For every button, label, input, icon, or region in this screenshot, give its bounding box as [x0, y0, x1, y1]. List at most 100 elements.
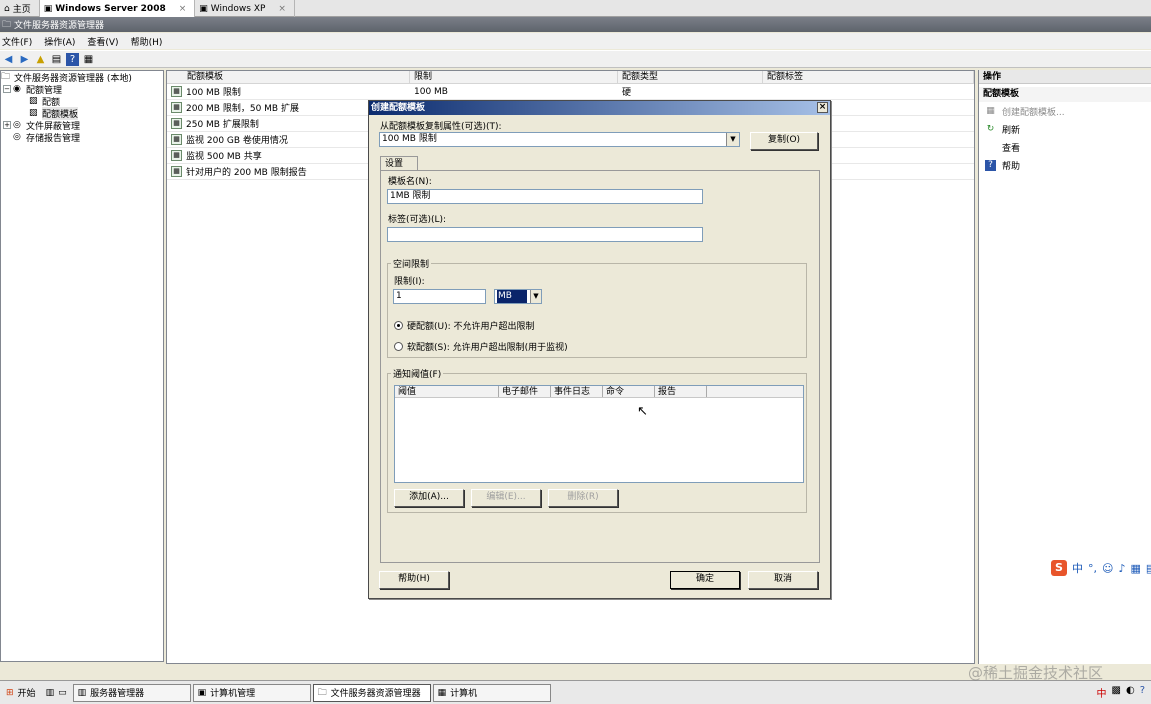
soft-quota-radio[interactable]: 软配额(S): 允许用户超出限制(用于监视): [394, 340, 568, 353]
tree-item-fsrm-root[interactable]: 🗀 文件服务器资源管理器 (本地): [1, 71, 163, 84]
limit-unit-select[interactable]: MB ▼: [494, 289, 542, 304]
quota-template-icon: ▦: [171, 118, 182, 129]
close-icon[interactable]: ×: [817, 102, 828, 113]
column-header-command[interactable]: 命令: [603, 386, 655, 397]
cancel-button[interactable]: 取消: [748, 571, 818, 589]
notification-list[interactable]: 阈值 电子邮件 事件日志 命令 报告: [394, 385, 804, 483]
volume-icon[interactable]: ◐: [1126, 685, 1135, 700]
add-threshold-button[interactable]: 添加(A)...: [394, 489, 464, 507]
hard-quota-label: 硬配额(U): 不允许用户超出限制: [407, 322, 535, 332]
ime-toolbar[interactable]: S 中 °, ☺ ♪ ▦ ▤: [1051, 558, 1151, 578]
create-quota-template-dialog: 创建配额模板 × 从配额模板复制属性(可选)(T): 100 MB 限制 ▼ 复…: [368, 100, 831, 599]
tab-settings[interactable]: 设置: [380, 156, 418, 171]
radio-selected-icon: [394, 321, 403, 330]
column-header-quota-type[interactable]: 配额类型: [618, 71, 763, 83]
ime-icon[interactable]: 中: [1097, 685, 1107, 700]
column-header-report[interactable]: 报告: [655, 386, 707, 397]
window-title: 文件服务器资源管理器: [14, 21, 105, 31]
quota-icon: ◉: [13, 84, 21, 94]
table-row[interactable]: ▦ 100 MB 限制 100 MB 硬: [167, 84, 974, 100]
tree-item-quota-management[interactable]: − ◉ 配额管理: [1, 83, 163, 96]
label-input[interactable]: [387, 227, 703, 242]
notification-thresholds-legend: 通知阈值(F): [391, 367, 444, 380]
column-header-event-log[interactable]: 事件日志: [551, 386, 603, 397]
hard-quota-radio[interactable]: 硬配额(U): 不允许用户超出限制: [394, 319, 535, 332]
row-name: 监视 200 GB 卷使用情况: [186, 136, 288, 146]
template-name-label: 模板名(N):: [388, 177, 432, 187]
home-icon: ⌂: [4, 3, 10, 14]
help-icon[interactable]: ?: [66, 52, 79, 66]
limit-input[interactable]: 1: [393, 289, 486, 304]
taskbar-item-computer[interactable]: ▦ 计算机: [432, 683, 551, 702]
tree-item-file-screening[interactable]: + ◎ 文件屏蔽管理: [1, 119, 163, 132]
taskbar-item-computer-management[interactable]: ▣ 计算机管理: [192, 683, 311, 702]
watermark-text: @稀土掘金技术社区: [968, 664, 1104, 682]
server-manager-icon[interactable]: ▥: [46, 688, 55, 698]
action-label: 帮助: [1002, 161, 1021, 172]
list-header: 配额模板 限制 配额类型 配额标签: [167, 71, 974, 84]
column-header-quota-label[interactable]: 配额标签: [763, 71, 974, 83]
mouse-cursor-icon: ↖: [637, 404, 648, 419]
forward-icon[interactable]: ▶: [18, 53, 31, 66]
taskbar-item-server-manager[interactable]: ▥ 服务器管理器: [72, 683, 191, 702]
expand-icon[interactable]: +: [3, 121, 11, 129]
microphone-icon[interactable]: ♪: [1118, 562, 1125, 575]
delete-threshold-button[interactable]: 删除(R): [548, 489, 618, 507]
keyboard-icon[interactable]: ▦: [1131, 562, 1141, 575]
close-icon[interactable]: ×: [179, 4, 187, 14]
chevron-down-icon[interactable]: ▼: [530, 290, 541, 303]
menu-action[interactable]: 操作(A): [44, 35, 75, 48]
back-icon[interactable]: ◀: [2, 53, 15, 66]
column-header-limit[interactable]: 限制: [410, 71, 618, 83]
ime-mode-label[interactable]: 中: [1072, 560, 1083, 576]
console-tree: 🗀 文件服务器资源管理器 (本地) − ◉ 配额管理 ▨ 配额 ▨ 配额模板 +…: [0, 70, 164, 662]
menu-view[interactable]: 查看(V): [87, 35, 118, 48]
copy-from-select[interactable]: 100 MB 限制 ▼: [379, 132, 740, 147]
app-icon: 🗀: [2, 19, 12, 30]
action-help[interactable]: ? 帮助: [979, 156, 1151, 174]
row-name: 250 MB 扩展限制: [186, 120, 259, 130]
show-hide-tree-icon[interactable]: ▤: [50, 53, 63, 66]
taskbar: ⊞ 开始 ▥ ▭ ▥ 服务器管理器 ▣ 计算机管理 🗀 文件服务器资源管理器 ▦…: [0, 680, 1151, 704]
chevron-down-icon[interactable]: ▼: [726, 133, 739, 146]
vm-tab-home[interactable]: ⌂ 主页: [0, 0, 40, 17]
up-folder-icon[interactable]: ▲: [34, 53, 47, 66]
quota-template-icon: ▦: [171, 86, 182, 97]
action-view[interactable]: 查看: [979, 138, 1151, 156]
row-type: 硬: [622, 88, 632, 98]
column-header-threshold[interactable]: 阈值: [395, 386, 499, 397]
emoji-icon[interactable]: ☺: [1102, 562, 1113, 575]
column-header-template[interactable]: 配额模板: [167, 71, 410, 83]
action-refresh[interactable]: ↻ 刷新: [979, 120, 1151, 138]
collapse-icon[interactable]: −: [3, 85, 11, 93]
network-icon[interactable]: ▩: [1112, 685, 1121, 700]
punctuation-icon[interactable]: °,: [1088, 562, 1097, 575]
fsrm-icon: 🗀: [1, 72, 11, 82]
tree-item-quota-templates[interactable]: ▨ 配额模板: [1, 106, 163, 120]
tree-item-quotas[interactable]: ▨ 配额: [1, 95, 163, 108]
settings-icon[interactable]: ▤: [1146, 562, 1151, 575]
copy-button[interactable]: 复制(O): [750, 132, 818, 150]
vm-tab-windows-xp[interactable]: ▣ Windows XP ×: [195, 0, 295, 17]
taskbar-item-fsrm[interactable]: 🗀 文件服务器资源管理器: [312, 683, 431, 702]
menu-file[interactable]: 文件(F): [2, 35, 32, 48]
column-header-email[interactable]: 电子邮件: [499, 386, 551, 397]
tree-item-storage-reports[interactable]: ◎ 存储报告管理: [1, 131, 163, 144]
edit-threshold-button[interactable]: 编辑(E)...: [471, 489, 541, 507]
show-desktop-icon[interactable]: ▭: [58, 688, 67, 698]
help-button[interactable]: 帮助(H): [379, 571, 449, 589]
vm-tab-windows-server-2008[interactable]: ▣ Windows Server 2008 ×: [39, 0, 196, 17]
template-name-input[interactable]: 1MB 限制: [387, 189, 703, 204]
action-create-quota-template[interactable]: ▦ 创建配额模板...: [979, 102, 1151, 120]
start-button[interactable]: ⊞ 开始: [2, 684, 40, 702]
close-icon[interactable]: ×: [278, 4, 286, 14]
row-name: 200 MB 限制，50 MB 扩展: [186, 104, 299, 114]
actions-section-title[interactable]: 配额模板: [979, 87, 1151, 102]
row-limit: 100 MB: [414, 86, 448, 97]
help-icon[interactable]: ?: [1140, 685, 1145, 700]
menu-help[interactable]: 帮助(H): [131, 35, 163, 48]
toolbar: ◀ ▶ ▲ ▤ ? ▦: [0, 50, 1151, 68]
ok-button[interactable]: 确定: [670, 571, 740, 589]
properties-icon[interactable]: ▦: [82, 53, 95, 66]
dialog-title: 创建配额模板: [371, 103, 426, 113]
